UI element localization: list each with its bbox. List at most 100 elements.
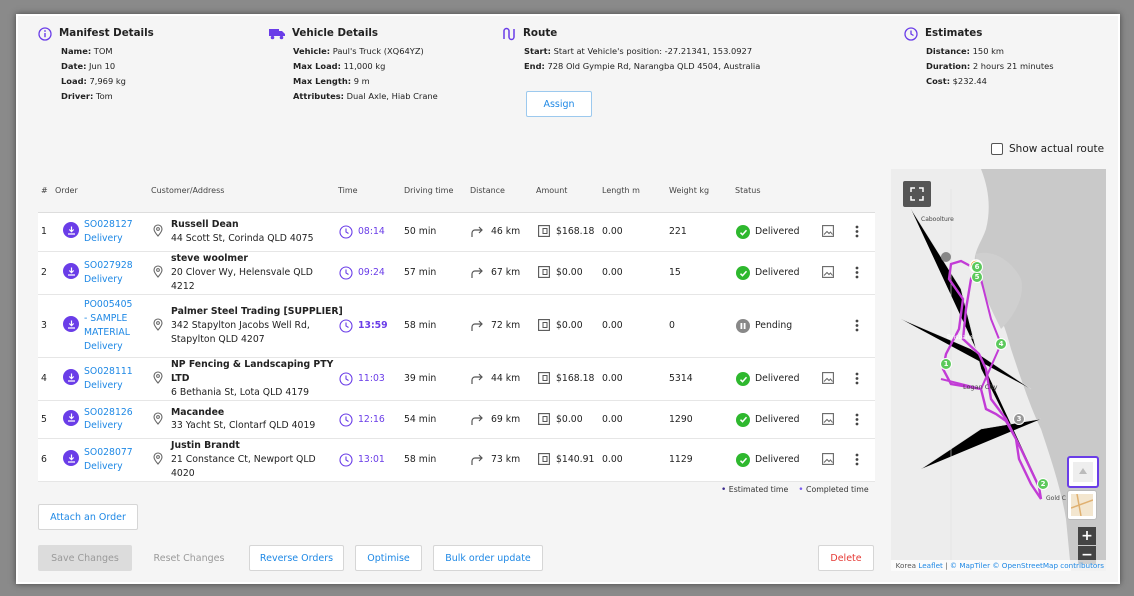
vehicle-maxload-row: Max Load: 11,000 kg [293,59,438,74]
invoice-icon [538,412,550,428]
col-order[interactable]: Order [55,186,78,195]
show-actual-route-toggle[interactable]: Show actual route [991,143,1104,155]
more-options-icon[interactable] [855,266,861,282]
route-stop-marker[interactable]: 2 [1037,478,1049,490]
row-number: 2 [41,267,47,278]
more-options-icon[interactable] [855,372,861,388]
more-options-icon[interactable] [855,225,861,241]
col-weight[interactable]: Weight kg [669,186,709,195]
bulk-order-update-button[interactable]: Bulk order update [433,545,543,571]
leaflet-link[interactable]: Leaflet [918,561,942,570]
zoom-in-button[interactable]: + [1078,527,1096,545]
osm-link[interactable]: © OpenStreetMap contributors [992,561,1104,570]
distance-icon [470,318,484,335]
download-button[interactable] [63,409,79,426]
driving-time: 58 min [404,320,437,331]
weight-value: 1129 [669,454,693,465]
order-number[interactable]: SO028111 [84,365,133,379]
table-row[interactable]: 2 SO027928 Delivery steve woolmer 20 Clover … [38,252,875,295]
order-number[interactable]: SO028077 [84,446,133,460]
maptiler-link[interactable]: © MapTiler [950,561,990,570]
reverse-orders-button[interactable]: Reverse Orders [249,545,344,571]
more-options-icon[interactable] [855,453,861,469]
location-pin-icon [153,318,163,334]
address-line: 20 Clover Wy, Helensvale QLD [171,267,313,279]
address-line: 4020 [171,467,195,479]
distance-value: 73 km [491,454,521,465]
more-options-icon[interactable] [855,413,861,429]
route-stop-marker[interactable]: 1 [940,358,952,370]
col-driving-time[interactable]: Driving time [404,186,453,195]
route-stop-marker[interactable]: 3 [1013,413,1025,425]
more-options-icon[interactable] [855,319,861,335]
order-type[interactable]: Delivery [84,419,133,433]
download-button[interactable] [63,450,79,466]
download-button[interactable] [63,369,79,385]
route-stop-marker[interactable]: 6 [971,261,983,273]
order-number[interactable]: - SAMPLE [84,312,132,326]
show-actual-route-checkbox[interactable] [991,143,1003,155]
table-row[interactable]: 4 SO028111 Delivery NP Fencing & Landscapin… [38,358,875,401]
image-icon[interactable] [822,412,834,428]
order-link[interactable]: SO027928 Delivery [84,259,133,287]
table-row[interactable]: 3 PO005405- SAMPLE MATERIAL Delivery Palmer … [38,295,875,358]
order-link[interactable]: SO028077 Delivery [84,446,133,474]
download-button[interactable] [63,263,79,279]
route-map[interactable]: Caboolture Brisbane Logan City Gold C + … [891,169,1106,571]
field-label: Max Load: [293,61,341,71]
col-customer[interactable]: Customer/Address [151,186,224,195]
col-status[interactable]: Status [735,186,761,195]
order-number[interactable]: MATERIAL [84,326,132,340]
location-pin-icon [153,265,163,281]
order-number[interactable]: SO028127 [84,218,133,232]
image-icon[interactable] [822,372,834,387]
optimise-button[interactable]: Optimise [355,545,422,571]
assign-button[interactable]: Assign [526,91,592,117]
order-link[interactable]: SO028111 Delivery [84,365,133,393]
info-icon [38,26,52,41]
order-link[interactable]: SO028127 Delivery [84,218,133,246]
manifest-load-row: Load: 7,969 kg [61,74,154,89]
order-number[interactable]: PO005405 [84,298,132,312]
driving-time: 39 min [404,373,437,384]
attach-order-button[interactable]: Attach an Order [38,504,138,530]
order-type[interactable]: Delivery [84,340,132,354]
estimate-distance-row: Distance: 150 km [926,44,1054,59]
image-icon[interactable] [822,266,834,281]
distance-icon [470,412,484,429]
check-icon [736,453,750,467]
download-icon [67,413,75,422]
col-distance[interactable]: Distance [470,186,505,195]
map-style-street-button[interactable] [1067,490,1097,520]
clock-icon [339,319,353,336]
order-link[interactable]: PO005405- SAMPLE MATERIAL Delivery [84,298,132,353]
order-type[interactable]: Delivery [84,273,133,287]
order-type[interactable]: Delivery [84,232,133,246]
download-button[interactable] [63,316,79,332]
map-style-default-button[interactable] [1067,456,1099,488]
order-link[interactable]: SO028126 Delivery [84,406,133,434]
table-row[interactable]: 6 SO028077 Delivery Justin Brandt 21 Constan… [38,439,875,482]
order-number[interactable]: SO028126 [84,406,133,420]
order-number[interactable]: SO027928 [84,259,133,273]
image-icon[interactable] [822,453,834,468]
table-row[interactable]: 1 SO028127 Delivery Russell Dean 44 Scott St… [38,213,875,252]
col-time[interactable]: Time [338,186,358,195]
fullscreen-button[interactable] [903,181,931,207]
expand-icon [910,187,924,201]
route-stop-marker[interactable]: 4 [995,338,1007,350]
order-type[interactable]: Delivery [84,460,133,474]
save-changes-button[interactable]: Save Changes [38,545,132,571]
table-row[interactable]: 5 SO028126 Delivery Macandee 33 Yacht St, Cl… [38,401,875,439]
reset-changes-button[interactable]: Reset Changes [142,545,236,571]
download-icon [67,267,75,276]
image-icon[interactable] [822,225,834,240]
download-button[interactable] [63,222,79,238]
length-value: 0.00 [602,413,623,425]
col-length[interactable]: Length m [602,186,640,195]
col-amount[interactable]: Amount [536,186,567,195]
invoice-icon [538,372,550,387]
order-type[interactable]: Delivery [84,379,133,393]
delete-button[interactable]: Delete [818,545,874,571]
amount-value: $168.18 [556,373,595,384]
